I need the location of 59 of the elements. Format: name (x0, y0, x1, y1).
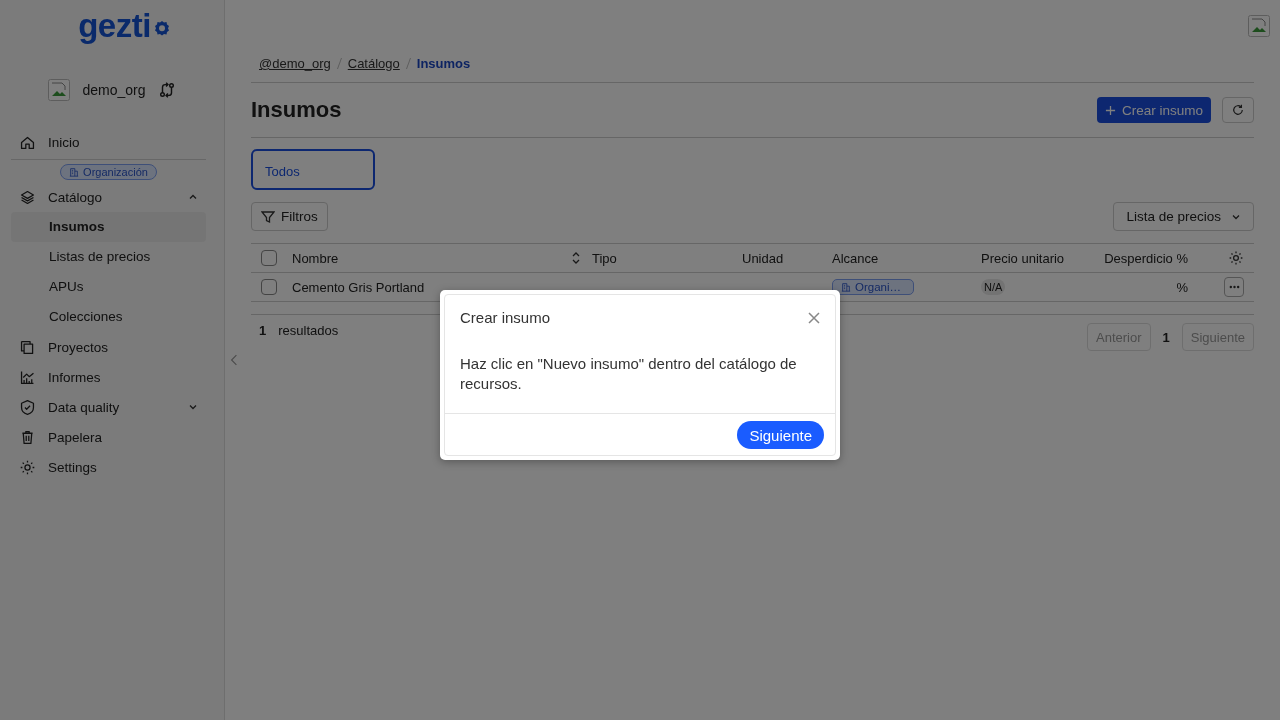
logo: gezti (78, 5, 172, 45)
column-header: Precio unitario (981, 250, 1065, 266)
table-cell: % (1176, 279, 1188, 295)
result-count: 1 (259, 323, 267, 338)
folders-icon (19, 338, 36, 356)
column-header: Desperdicio % (1104, 250, 1188, 266)
org-name: demo_org (82, 82, 146, 98)
price-badge: N/A (981, 279, 1006, 295)
page-number[interactable]: 1 (1156, 329, 1176, 345)
nav-item[interactable]: Settings (11, 452, 206, 482)
layers-icon (19, 188, 36, 206)
nav-subitem[interactable]: Listas de precios (11, 242, 206, 272)
filters-button[interactable]: Filtros (251, 202, 328, 231)
column-header: Alcance (832, 250, 879, 266)
checkbox[interactable] (261, 279, 277, 295)
tab[interactable]: Todos (251, 149, 375, 190)
shield-icon (19, 398, 36, 416)
nav-item[interactable]: Papelera (11, 422, 206, 452)
checkbox[interactable] (261, 250, 277, 266)
column-header: Nombre (292, 250, 339, 266)
page-title: Insumos (251, 97, 343, 123)
more-button[interactable] (1224, 277, 1244, 297)
dialog-title: Crear insumo (460, 309, 551, 326)
nav-subitem[interactable]: APUs (11, 272, 206, 302)
create-button[interactable]: Crear insumo (1096, 97, 1211, 123)
refresh-button[interactable] (1222, 97, 1254, 123)
chevron-left-icon[interactable] (230, 354, 238, 366)
nav-item[interactable]: Inicio (11, 127, 206, 157)
scope-badge: Organi… (832, 279, 914, 295)
switch-icon[interactable] (157, 81, 176, 99)
nav-item[interactable]: Data quality (11, 392, 206, 422)
column-header: Unidad (742, 250, 784, 266)
breadcrumb-link[interactable]: Catálogo (347, 56, 400, 71)
results-label: resultados (278, 323, 339, 338)
close-icon[interactable] (808, 311, 820, 324)
refresh-icon (1232, 104, 1244, 116)
nav-item[interactable]: Catálogo (11, 182, 206, 212)
dots-icon (1228, 285, 1240, 289)
broken-image-icon (1248, 15, 1270, 37)
next-button[interactable]: Siguiente (737, 421, 824, 449)
broken-image-icon (48, 79, 71, 101)
dialog-text: Haz clic en "Nuevo insumo" dentro del catálogo de recursos. (460, 354, 798, 394)
price-list-select[interactable]: Lista de precios (1113, 202, 1254, 231)
sort-icon[interactable] (571, 251, 581, 265)
breadcrumb-link[interactable]: @demo_org (259, 56, 331, 71)
settings-icon (19, 458, 36, 476)
nav-item[interactable]: Proyectos (11, 332, 206, 362)
chevron-icon[interactable] (188, 402, 198, 412)
filter-icon (261, 209, 275, 224)
column-header: Tipo (592, 250, 617, 266)
trash-icon (19, 428, 36, 446)
table-cell: Cemento Gris Portland (292, 279, 425, 295)
nav-item[interactable]: Informes (11, 362, 206, 392)
chevron-icon[interactable] (188, 192, 198, 202)
scope-badge: Organización (60, 164, 157, 180)
plus-icon (1104, 104, 1116, 116)
nav-subitem[interactable]: Insumos (11, 212, 206, 242)
settings-icon[interactable] (1228, 250, 1244, 266)
nav-subitem[interactable]: Colecciones (11, 302, 206, 332)
